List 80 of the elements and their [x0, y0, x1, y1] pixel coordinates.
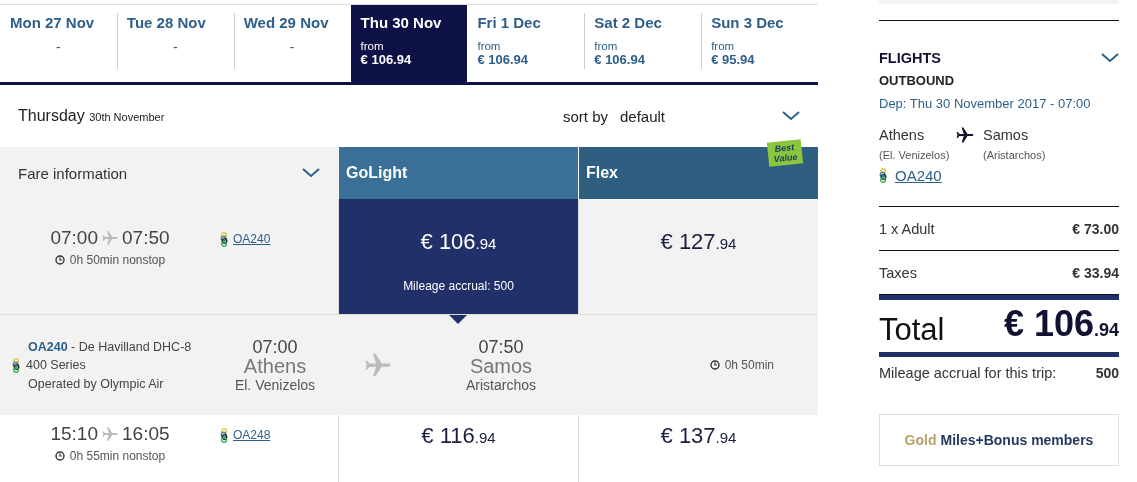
tab-from-label: from: [477, 40, 502, 52]
chevron-down-icon[interactable]: [782, 111, 800, 121]
arrival-time: 07:50: [478, 338, 524, 356]
flight-number-link[interactable]: OA248: [233, 428, 271, 442]
tab-price: € 106.94: [477, 52, 530, 67]
clock-icon: [54, 255, 65, 265]
tab-price: € 95.94: [711, 52, 756, 67]
airline-logo-icon: [879, 168, 887, 183]
tab-from-label: from: [360, 40, 385, 52]
sort-dropdown[interactable]: default: [620, 107, 800, 125]
fare-information-toggle[interactable]: Fare information: [0, 147, 338, 199]
date-tab[interactable]: Thu 30 Nov from € 106.94: [350, 5, 468, 82]
sort-label: sort by: [563, 107, 608, 125]
tab-day: Sun 3 Dec: [711, 14, 808, 31]
departure-time: 07:00: [252, 338, 298, 356]
departure-time: 07:00: [50, 227, 98, 249]
total-price: € 106.94: [1003, 303, 1119, 345]
duration-text: 0h 55min nonstop: [69, 449, 166, 463]
airline-logo-icon: [12, 357, 20, 373]
tab-price: -: [289, 39, 295, 55]
airplane-icon: [101, 425, 119, 443]
departure-airport: El. Venizelos: [234, 378, 316, 392]
day-title: Thursday 30th November: [18, 107, 165, 125]
chevron-down-icon[interactable]: [1101, 53, 1119, 63]
series-text: 400 Series: [12, 357, 215, 373]
clock-icon: [709, 360, 720, 370]
flight-number-link[interactable]: OA240: [233, 232, 271, 246]
operator-text: Operated by Olympic Air: [28, 376, 165, 391]
tab-day: Thu 30 Nov: [360, 14, 458, 31]
aircraft-text: OA240 - De Havilland DHC-8: [28, 339, 193, 354]
total-label: Total: [879, 312, 945, 348]
tab-day: Tue 28 Nov: [126, 14, 224, 31]
clock-icon: [54, 451, 65, 461]
departure-time: 15:10: [50, 423, 98, 445]
price-line-label: 1 x Adult: [879, 220, 935, 237]
fare-option[interactable]: € 137.94: [578, 415, 818, 482]
tab-day: Mon 27 Nov: [10, 14, 107, 31]
fare-option[interactable]: € 127.94: [578, 199, 818, 314]
price-line-amount: € 33.94: [1072, 264, 1119, 281]
tab-from-label: from: [594, 40, 619, 52]
mileage-value: 500: [1095, 365, 1119, 381]
duration-text: 0h 50min nonstop: [69, 253, 166, 267]
airplane-icon: [955, 125, 975, 145]
arrival-city: Samos: [469, 356, 533, 376]
tier-label: Gold: [904, 432, 937, 448]
direction-label: OUTBOUND: [879, 73, 956, 88]
mileage-label: Mileage accrual for this trip:: [879, 365, 1057, 381]
promo-text: Miles+Bonus members: [940, 432, 1094, 448]
flight-number-link[interactable]: OA240: [895, 167, 942, 184]
fare-column-header: GoLight: [338, 147, 578, 199]
pointer-arrow: [449, 315, 467, 324]
airplane-icon: [101, 229, 119, 247]
airline-logo-icon: [220, 428, 228, 443]
destination-city: Samos: [983, 127, 1029, 143]
fare-option[interactable]: € 106.94 Mileage accrual: 500: [338, 199, 578, 314]
arrival-time: 07:50: [122, 227, 170, 249]
duration-text: 0h 50min: [724, 358, 774, 372]
tab-price: -: [172, 39, 178, 55]
tab-price: € 106.94: [594, 52, 646, 67]
arrival-airport: Aristarchos: [466, 378, 536, 392]
airline-logo-icon: [220, 232, 228, 247]
tab-day: Fri 1 Dec: [477, 14, 575, 31]
fare-option[interactable]: € 116.94: [338, 415, 578, 482]
tab-day: Wed 29 Nov: [243, 14, 341, 31]
tab-price: € 106.94: [360, 52, 413, 67]
price-line-label: Taxes: [879, 264, 917, 281]
best-value-badge: Best Value: [766, 139, 804, 167]
origin-airport: (El. Venizelos): [879, 149, 951, 161]
arrival-time: 16:05: [122, 423, 170, 445]
summary-title: FLIGHTS: [879, 50, 942, 66]
tab-day: Sat 2 Dec: [594, 14, 692, 31]
destination-airport: (Aristarchos): [983, 149, 1047, 161]
price-line-amount: € 73.00: [1072, 220, 1119, 237]
flight-row[interactable]: 07:00 07:50 0h 50min nonstop OA240 € 106.94 Mileage accrual: 500 € 127.94: [0, 199, 818, 315]
departure-text: Dep: Thu 30 November 2017 - 07:00: [879, 96, 1092, 111]
chevron-down-icon[interactable]: [302, 168, 320, 178]
tab-from-label: from: [711, 40, 736, 52]
tab-price: -: [56, 39, 61, 55]
departure-city: Athens: [243, 356, 307, 376]
origin-city: Athens: [879, 126, 925, 145]
